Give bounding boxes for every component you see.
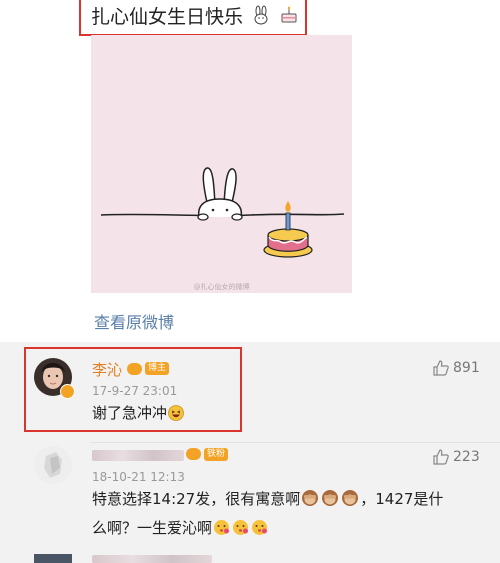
comment-text-line1-tail: ，1427是什 bbox=[360, 490, 444, 508]
post-image[interactable]: @扎心仙女的微博 bbox=[91, 35, 352, 293]
kiss-emoji-icon bbox=[232, 518, 249, 544]
verified-badge-icon bbox=[60, 384, 75, 399]
cake-emoji-icon bbox=[279, 5, 299, 30]
bunny-emoji-icon bbox=[251, 5, 271, 30]
post-title: 扎心仙女生日快乐 bbox=[91, 2, 299, 30]
see-no-evil-monkey-icon bbox=[301, 489, 319, 515]
comment-item: 李沁 博主 17-9-27 23:01 谢了急冲冲 891 bbox=[0, 342, 500, 442]
laughing-emoji-icon bbox=[168, 403, 184, 429]
title-highlight-box: 扎心仙女生日快乐 bbox=[79, 0, 307, 36]
like-count: 891 bbox=[453, 360, 480, 376]
comment-text: 谢了急冲冲 bbox=[92, 400, 185, 429]
see-no-evil-monkey-icon bbox=[321, 489, 339, 515]
weibo-post: 扎心仙女生日快乐 @扎心仙女的微博 查看原微博 bbox=[0, 0, 500, 342]
like-count: 223 bbox=[453, 449, 480, 465]
comment-list: 李沁 博主 17-9-27 23:01 谢了急冲冲 891 铁粉 18-10-2… bbox=[0, 342, 500, 563]
avatar[interactable] bbox=[34, 554, 72, 563]
fan-badge: 铁粉 bbox=[204, 448, 229, 461]
comment-text-line1: 特意选择14:27发，很有寓意啊 bbox=[92, 490, 301, 508]
blurred-username[interactable] bbox=[92, 555, 212, 563]
comment-text-content: 谢了急冲冲 bbox=[92, 404, 168, 422]
kiss-emoji-icon bbox=[251, 518, 268, 544]
thumbs-up-icon bbox=[433, 360, 449, 376]
comment-text-line2: 么啊？一生爱沁啊 bbox=[92, 519, 213, 537]
like-button[interactable]: 891 bbox=[432, 359, 480, 377]
vip-crown-icon bbox=[186, 448, 201, 460]
birthday-cake-drawing bbox=[263, 201, 313, 258]
image-watermark: @扎心仙女的微博 bbox=[193, 283, 250, 291]
blurred-username[interactable] bbox=[92, 450, 184, 461]
comment-timestamp: 18-10-21 12:13 bbox=[92, 470, 185, 484]
see-no-evil-monkey-icon bbox=[341, 489, 359, 515]
thumbs-up-icon bbox=[433, 449, 449, 465]
view-original-link[interactable]: 查看原微博 bbox=[94, 309, 174, 333]
comment-username[interactable]: 李沁 bbox=[92, 359, 122, 380]
author-badge: 博主 bbox=[145, 362, 170, 375]
post-title-text: 扎心仙女生日快乐 bbox=[91, 6, 244, 28]
comment-text: 特意选择14:27发，很有寓意啊 ，1427是什 么啊？一生爱沁啊 bbox=[92, 486, 492, 544]
comment-item-partial bbox=[0, 554, 500, 563]
like-button[interactable]: 223 bbox=[432, 448, 480, 466]
comment-item: 铁粉 18-10-21 12:13 特意选择14:27发，很有寓意啊 ，1427是… bbox=[0, 442, 500, 552]
bunny-cake-illustration bbox=[100, 167, 345, 258]
vip-crown-icon bbox=[127, 363, 142, 375]
kiss-emoji-icon bbox=[213, 518, 230, 544]
bunny-drawing bbox=[197, 167, 243, 221]
comment-timestamp: 17-9-27 23:01 bbox=[92, 384, 178, 398]
avatar[interactable] bbox=[34, 446, 72, 484]
